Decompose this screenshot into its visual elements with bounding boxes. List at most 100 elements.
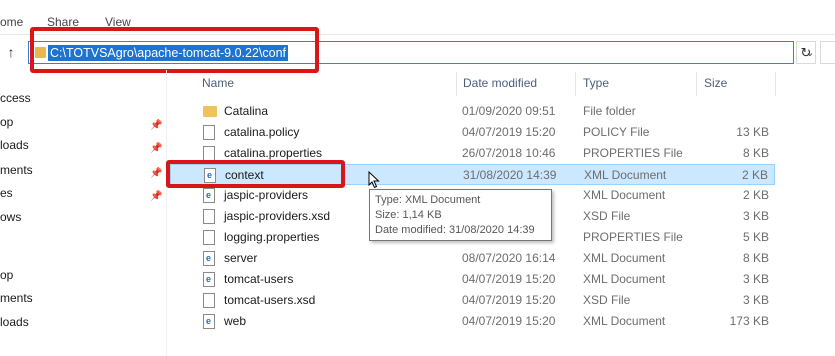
address-bar[interactable]: C:\TOTVSAgro\apache-tomcat-9.0.22\conf ⌄ (28, 41, 815, 64)
file-date: 04/07/2019 15:20 (462, 272, 556, 286)
xml-file-icon (203, 272, 215, 287)
file-name: Catalina (224, 104, 269, 118)
file-name: web (224, 314, 247, 328)
nav-item-label: loads (0, 138, 29, 152)
file-name: catalina.properties (224, 146, 323, 160)
file-date: 04/07/2019 15:20 (462, 293, 556, 307)
file-size: 5 KB (742, 230, 769, 244)
file-date: 01/09/2020 09:51 (462, 104, 556, 118)
file-info-tooltip: Type: XML Document Size: 1,14 KB Date mo… (369, 189, 552, 241)
folder-icon (35, 47, 46, 58)
file-row[interactable]: catalina.policy 04/07/2019 15:20 POLICY … (170, 122, 775, 143)
nav-item[interactable]: ments 📌 (0, 159, 166, 181)
column-header-size[interactable]: Size (704, 72, 727, 96)
ribbon-divider (0, 34, 835, 35)
address-row: ↑ C:\TOTVSAgro\apache-tomcat-9.0.22\conf… (0, 36, 835, 68)
xml-file-icon (203, 314, 215, 329)
address-path[interactable]: C:\TOTVSAgro\apache-tomcat-9.0.22\conf (48, 45, 288, 61)
nav-item-label: ments (0, 163, 33, 177)
file-row[interactable]: Catalina 01/09/2020 09:51 File folder (170, 101, 775, 122)
file-date: 04/07/2019 15:20 (462, 125, 556, 139)
nav-item[interactable] (0, 240, 166, 262)
nav-item[interactable]: es 📌 (0, 182, 166, 204)
file-row-selected[interactable]: context 31/08/2020 14:39 XML Document 2 … (170, 164, 775, 185)
file-icon (203, 293, 215, 308)
file-type: PROPERTIES File (583, 146, 683, 160)
nav-item[interactable]: ccess (0, 87, 166, 109)
file-size: 8 KB (742, 146, 769, 160)
file-name: server (224, 251, 258, 265)
nav-item-label: ows (0, 210, 22, 224)
file-name: tomcat-users.xsd (224, 293, 316, 307)
ribbon: ome Share View (0, 0, 835, 34)
file-date: 08/07/2020 16:14 (462, 251, 556, 265)
file-name: jaspic-providers (224, 188, 309, 202)
nav-item-label: loads (0, 315, 29, 329)
nav-item-label: op (0, 268, 14, 282)
nav-item[interactable]: ments (0, 287, 166, 309)
file-size: 2 KB (741, 168, 768, 182)
file-icon (203, 146, 215, 161)
file-type: XML Document (583, 314, 666, 328)
column-header-name[interactable]: Name (202, 72, 234, 96)
file-size: 8 KB (742, 251, 769, 265)
file-row[interactable]: catalina.properties 26/07/2018 10:46 PRO… (170, 143, 775, 164)
file-size: 3 KB (742, 209, 769, 223)
file-size: 3 KB (742, 272, 769, 286)
tooltip-date: Date modified: 31/08/2020 14:39 (375, 224, 535, 236)
nav-item[interactable]: loads (0, 311, 166, 333)
nav-item[interactable]: loads 📌 (0, 134, 166, 156)
column-separator[interactable] (775, 72, 776, 96)
file-icon (203, 209, 215, 224)
file-size: 3 KB (742, 293, 769, 307)
file-type: POLICY File (583, 125, 650, 139)
file-type: PROPERTIES File (583, 230, 683, 244)
tooltip-type: Type: XML Document (375, 194, 481, 206)
nav-item[interactable]: ows (0, 206, 166, 228)
file-size: 13 KB (736, 125, 769, 139)
file-date: 31/08/2020 14:39 (463, 168, 557, 182)
file-name: catalina.policy (224, 125, 300, 139)
ribbon-tab-home[interactable]: ome (0, 15, 23, 29)
column-separator[interactable] (456, 72, 457, 96)
column-header-date[interactable]: Date modified (463, 72, 537, 96)
file-row[interactable]: tomcat-users 04/07/2019 15:20 XML Docume… (170, 269, 775, 290)
file-row[interactable]: server 08/07/2020 16:14 XML Document 8 K… (170, 248, 775, 269)
nav-item[interactable] (0, 336, 166, 356)
nav-item[interactable]: op (0, 264, 166, 286)
file-type: XSD File (583, 209, 631, 223)
file-name: tomcat-users (224, 272, 294, 286)
file-name: logging.properties (224, 230, 320, 244)
file-name: jaspic-providers.xsd (224, 209, 331, 223)
pin-icon: 📌 (150, 143, 163, 154)
file-name: context (225, 168, 264, 182)
file-icon (203, 230, 215, 245)
tooltip-size: Size: 1,14 KB (375, 209, 442, 221)
ribbon-tab-view[interactable]: View (105, 15, 131, 29)
up-arrow-icon[interactable]: ↑ (2, 42, 20, 62)
file-type: File folder (583, 104, 636, 118)
refresh-icon[interactable]: ↻ (796, 41, 816, 64)
file-type: XML Document (583, 251, 666, 265)
file-icon (203, 125, 215, 140)
mouse-cursor-icon (368, 171, 380, 189)
ribbon-tab-share[interactable]: Share (47, 15, 79, 29)
xml-file-icon (203, 251, 215, 266)
file-type: XML Document (584, 168, 667, 182)
nav-item[interactable]: op 📌 (0, 111, 166, 133)
file-date: 04/07/2019 15:20 (462, 314, 556, 328)
nav-item-label: ccess (0, 91, 31, 105)
nav-item-label: ments (0, 291, 33, 305)
folder-icon (203, 106, 217, 117)
column-header-type[interactable]: Type (583, 72, 609, 96)
file-size: 2 KB (742, 188, 769, 202)
navigation-pane: ccess op 📌 loads 📌 ments 📌 es 📌 ows op ments… (0, 70, 166, 356)
search-box[interactable] (820, 41, 835, 64)
pin-icon: 📌 (150, 191, 163, 202)
column-separator[interactable] (575, 72, 576, 96)
xml-file-icon (204, 168, 216, 183)
file-row[interactable]: tomcat-users.xsd 04/07/2019 15:20 XSD Fi… (170, 290, 775, 311)
file-row[interactable]: web 04/07/2019 15:20 XML Document 173 KB (170, 311, 775, 332)
column-separator[interactable] (696, 72, 697, 96)
pane-divider (166, 70, 167, 356)
